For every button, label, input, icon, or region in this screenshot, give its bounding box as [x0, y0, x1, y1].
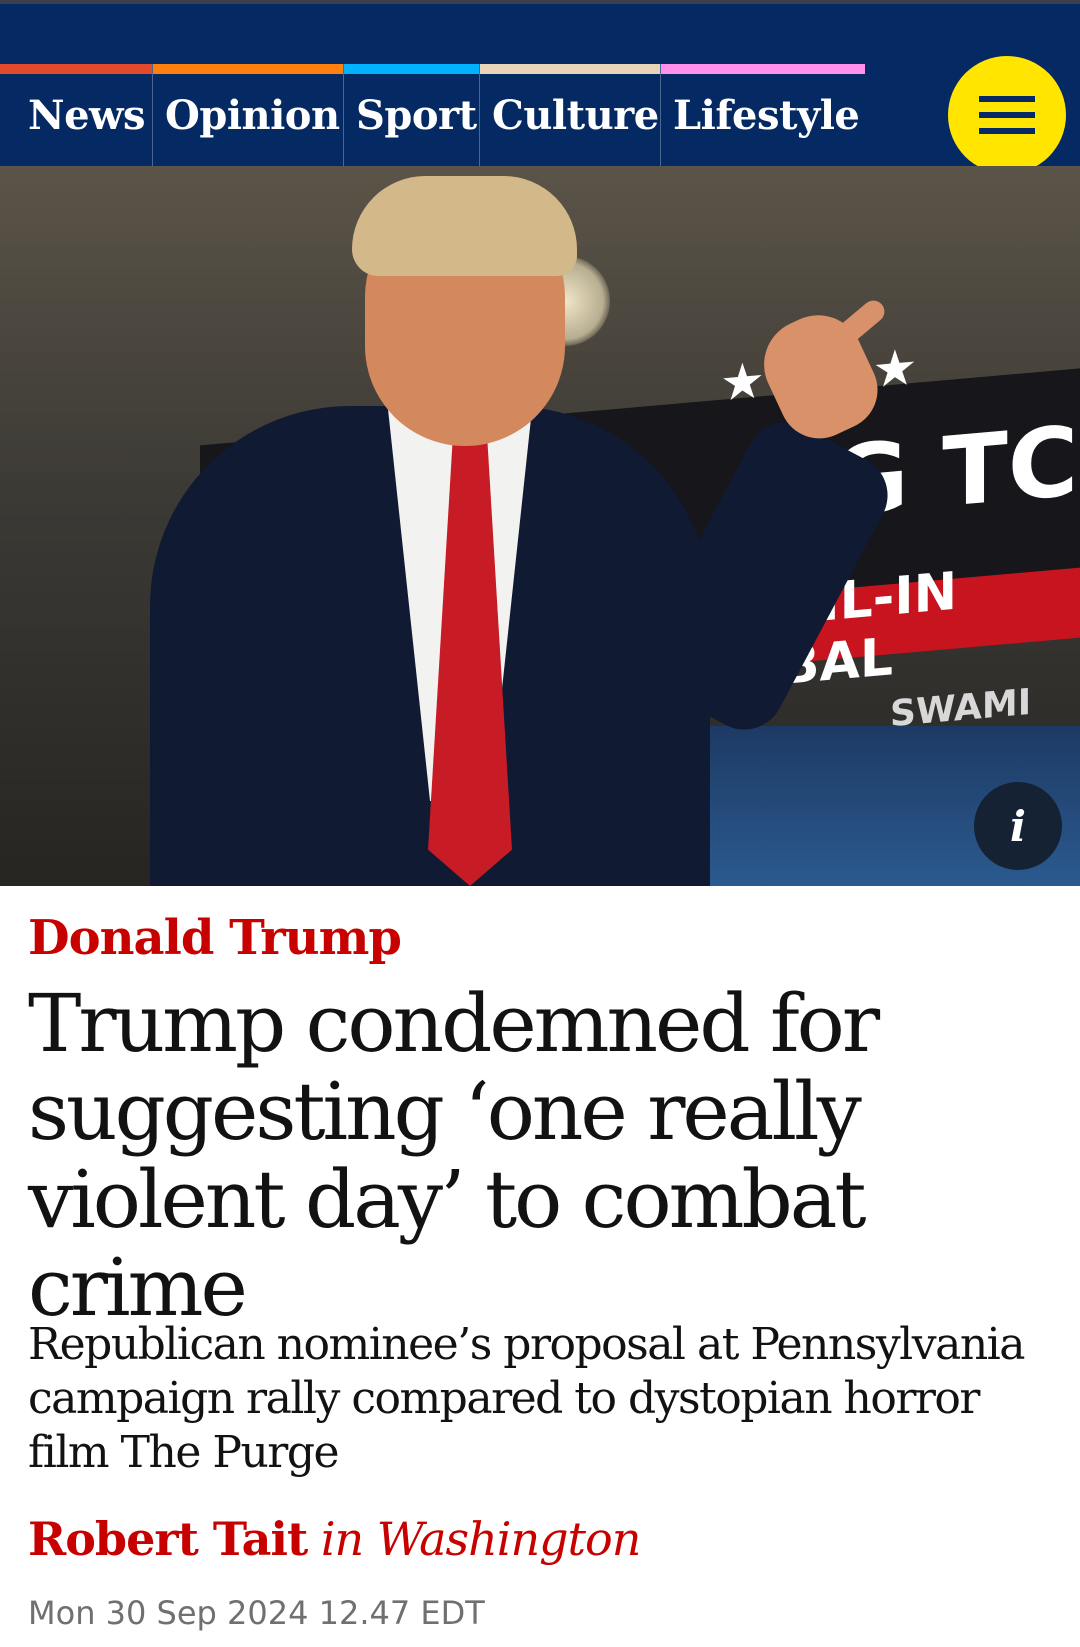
publish-date: Mon 30 Sep 2024 12.47 EDT: [28, 1594, 485, 1632]
nav-pillar-news[interactable]: News: [0, 64, 153, 166]
info-icon-label: i: [1010, 801, 1026, 851]
section-kicker[interactable]: Donald Trump: [28, 910, 402, 966]
top-bar: News Opinion Sport Culture Lifestyle: [0, 0, 1080, 166]
pillar-stripe: [0, 64, 152, 74]
nav-pillar-label: News: [28, 91, 145, 139]
byline-author[interactable]: Robert Tait: [28, 1512, 308, 1566]
menu-button[interactable]: [948, 56, 1066, 174]
hamburger-menu-icon: [979, 112, 1035, 118]
hero-image[interactable]: ★★★★ G TC AIL-IN BAL SWAMI: [0, 166, 1080, 886]
info-icon[interactable]: i: [974, 782, 1062, 870]
pillar-stripe: [480, 64, 660, 74]
nav-pillar-lifestyle[interactable]: Lifestyle: [661, 64, 865, 166]
pillar-stripe: [344, 64, 479, 74]
pillar-stripe: [661, 64, 865, 74]
pillar-stripe: [153, 64, 343, 74]
pillar-nav: News Opinion Sport Culture Lifestyle: [0, 64, 865, 166]
nav-pillar-label: Sport: [356, 91, 477, 139]
article-headline: Trump condemned for suggesting ‘one real…: [28, 977, 880, 1334]
hamburger-menu-icon: [979, 96, 1035, 102]
nav-pillar-culture[interactable]: Culture: [480, 64, 661, 166]
nav-pillar-opinion[interactable]: Opinion: [153, 64, 344, 166]
nav-pillar-label: Opinion: [165, 91, 340, 139]
nav-pillar-label: Lifestyle: [673, 91, 860, 139]
byline: Robert Tait in Washington: [28, 1512, 641, 1566]
figure-hair: [352, 176, 577, 276]
nav-pillar-label: Culture: [492, 91, 659, 139]
nav-pillar-sport[interactable]: Sport: [344, 64, 480, 166]
hamburger-menu-icon: [979, 128, 1035, 134]
article-standfirst: Republican nominee’s proposal at Pennsyl…: [28, 1319, 1025, 1478]
status-divider: [0, 0, 1080, 4]
byline-location: in Washington: [320, 1512, 641, 1566]
